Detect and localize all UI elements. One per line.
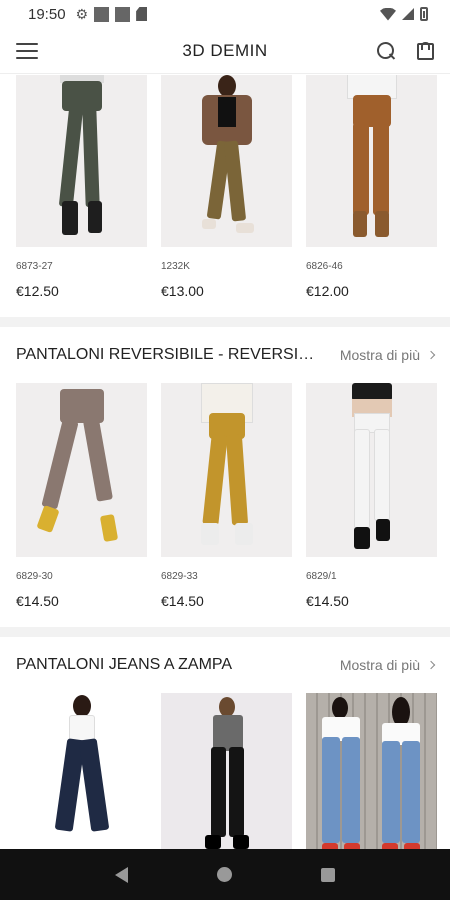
product-image[interactable] <box>161 383 292 557</box>
product-section: 6873-27 €12.50 1232K €13.00 6826-46 €12.… <box>0 75 450 317</box>
status-system-icons <box>380 7 428 21</box>
product-card[interactable] <box>16 693 147 849</box>
product-row: 6873-27 €12.50 1232K €13.00 6826-46 €12.… <box>0 75 450 317</box>
product-price: €14.50 <box>161 593 204 609</box>
section-title: PANTALONI JEANS A ZAMPA <box>16 656 233 673</box>
product-card[interactable]: 6829/1 €14.50 <box>306 383 437 627</box>
hamburger-menu-icon[interactable] <box>16 42 38 59</box>
product-price: €14.50 <box>16 593 59 609</box>
status-bar: 19:50 ⚙ <box>0 0 450 28</box>
product-code: 1232K <box>161 261 190 272</box>
home-icon[interactable] <box>216 867 232 882</box>
app-bar: 3D DEMIN <box>0 28 450 74</box>
product-image[interactable] <box>161 693 292 849</box>
product-card[interactable] <box>306 693 437 849</box>
sd-card-icon <box>136 7 148 21</box>
product-card[interactable]: 1232K €13.00 <box>161 75 292 317</box>
product-image[interactable] <box>16 383 147 557</box>
notification-square-icon <box>94 6 110 22</box>
see-more-link[interactable]: Mostra di più <box>339 347 436 363</box>
product-price: €14.50 <box>306 593 349 609</box>
see-more-link[interactable]: Mostra di più <box>339 657 436 673</box>
battery-icon <box>420 7 428 21</box>
chevron-right-icon <box>426 350 436 360</box>
section-header: PANTALONI JEANS A ZAMPA Mostra di più <box>0 637 450 693</box>
product-image[interactable] <box>16 75 147 247</box>
product-code: 6826-46 <box>306 261 343 272</box>
settings-gear-icon: ⚙ <box>75 5 89 22</box>
product-feed[interactable]: 6873-27 €12.50 1232K €13.00 6826-46 €12.… <box>0 75 450 849</box>
product-card[interactable]: 6829-30 €14.50 <box>16 383 147 627</box>
product-section: PANTALONI JEANS A ZAMPA Mostra di più <box>0 637 450 849</box>
product-image[interactable] <box>16 693 147 849</box>
product-card[interactable]: 6826-46 €12.00 <box>306 75 437 317</box>
product-image[interactable] <box>306 75 437 247</box>
product-code: 6829/1 <box>306 571 337 582</box>
product-card[interactable]: 6873-27 €12.50 <box>16 75 147 317</box>
product-image[interactable] <box>161 75 292 247</box>
product-row <box>0 693 450 849</box>
section-title: PANTALONI REVERSIBILE - REVERSIBL... <box>16 346 316 363</box>
product-code: 6829-33 <box>161 571 198 582</box>
product-image[interactable] <box>306 383 437 557</box>
see-more-label: Mostra di più <box>339 347 420 363</box>
see-more-label: Mostra di più <box>339 657 420 673</box>
notification-square-icon <box>115 6 131 22</box>
product-price: €13.00 <box>161 283 204 299</box>
app-actions <box>377 41 434 60</box>
system-navigation-bar <box>0 849 450 900</box>
product-code: 6829-30 <box>16 571 53 582</box>
recent-apps-icon[interactable] <box>321 867 336 882</box>
product-card[interactable]: 6829-33 €14.50 <box>161 383 292 627</box>
product-image[interactable] <box>306 693 437 849</box>
wifi-icon <box>380 7 396 21</box>
product-section: PANTALONI REVERSIBILE - REVERSIBL... Mos… <box>0 327 450 627</box>
signal-icon <box>402 8 414 20</box>
back-icon[interactable] <box>114 866 128 883</box>
status-time: 19:50 <box>28 5 66 23</box>
search-icon[interactable] <box>377 41 395 60</box>
chevron-right-icon <box>426 660 436 670</box>
product-code: 6873-27 <box>16 261 53 272</box>
product-card[interactable] <box>161 693 292 849</box>
section-header: PANTALONI REVERSIBILE - REVERSIBL... Mos… <box>0 327 450 383</box>
status-notification-icons: ⚙ <box>76 6 148 23</box>
product-price: €12.50 <box>16 283 59 299</box>
product-price: €12.00 <box>306 283 349 299</box>
shopping-bag-icon[interactable] <box>417 41 434 60</box>
product-row: 6829-30 €14.50 6829-33 €14.50 6829/1 €14… <box>0 383 450 627</box>
